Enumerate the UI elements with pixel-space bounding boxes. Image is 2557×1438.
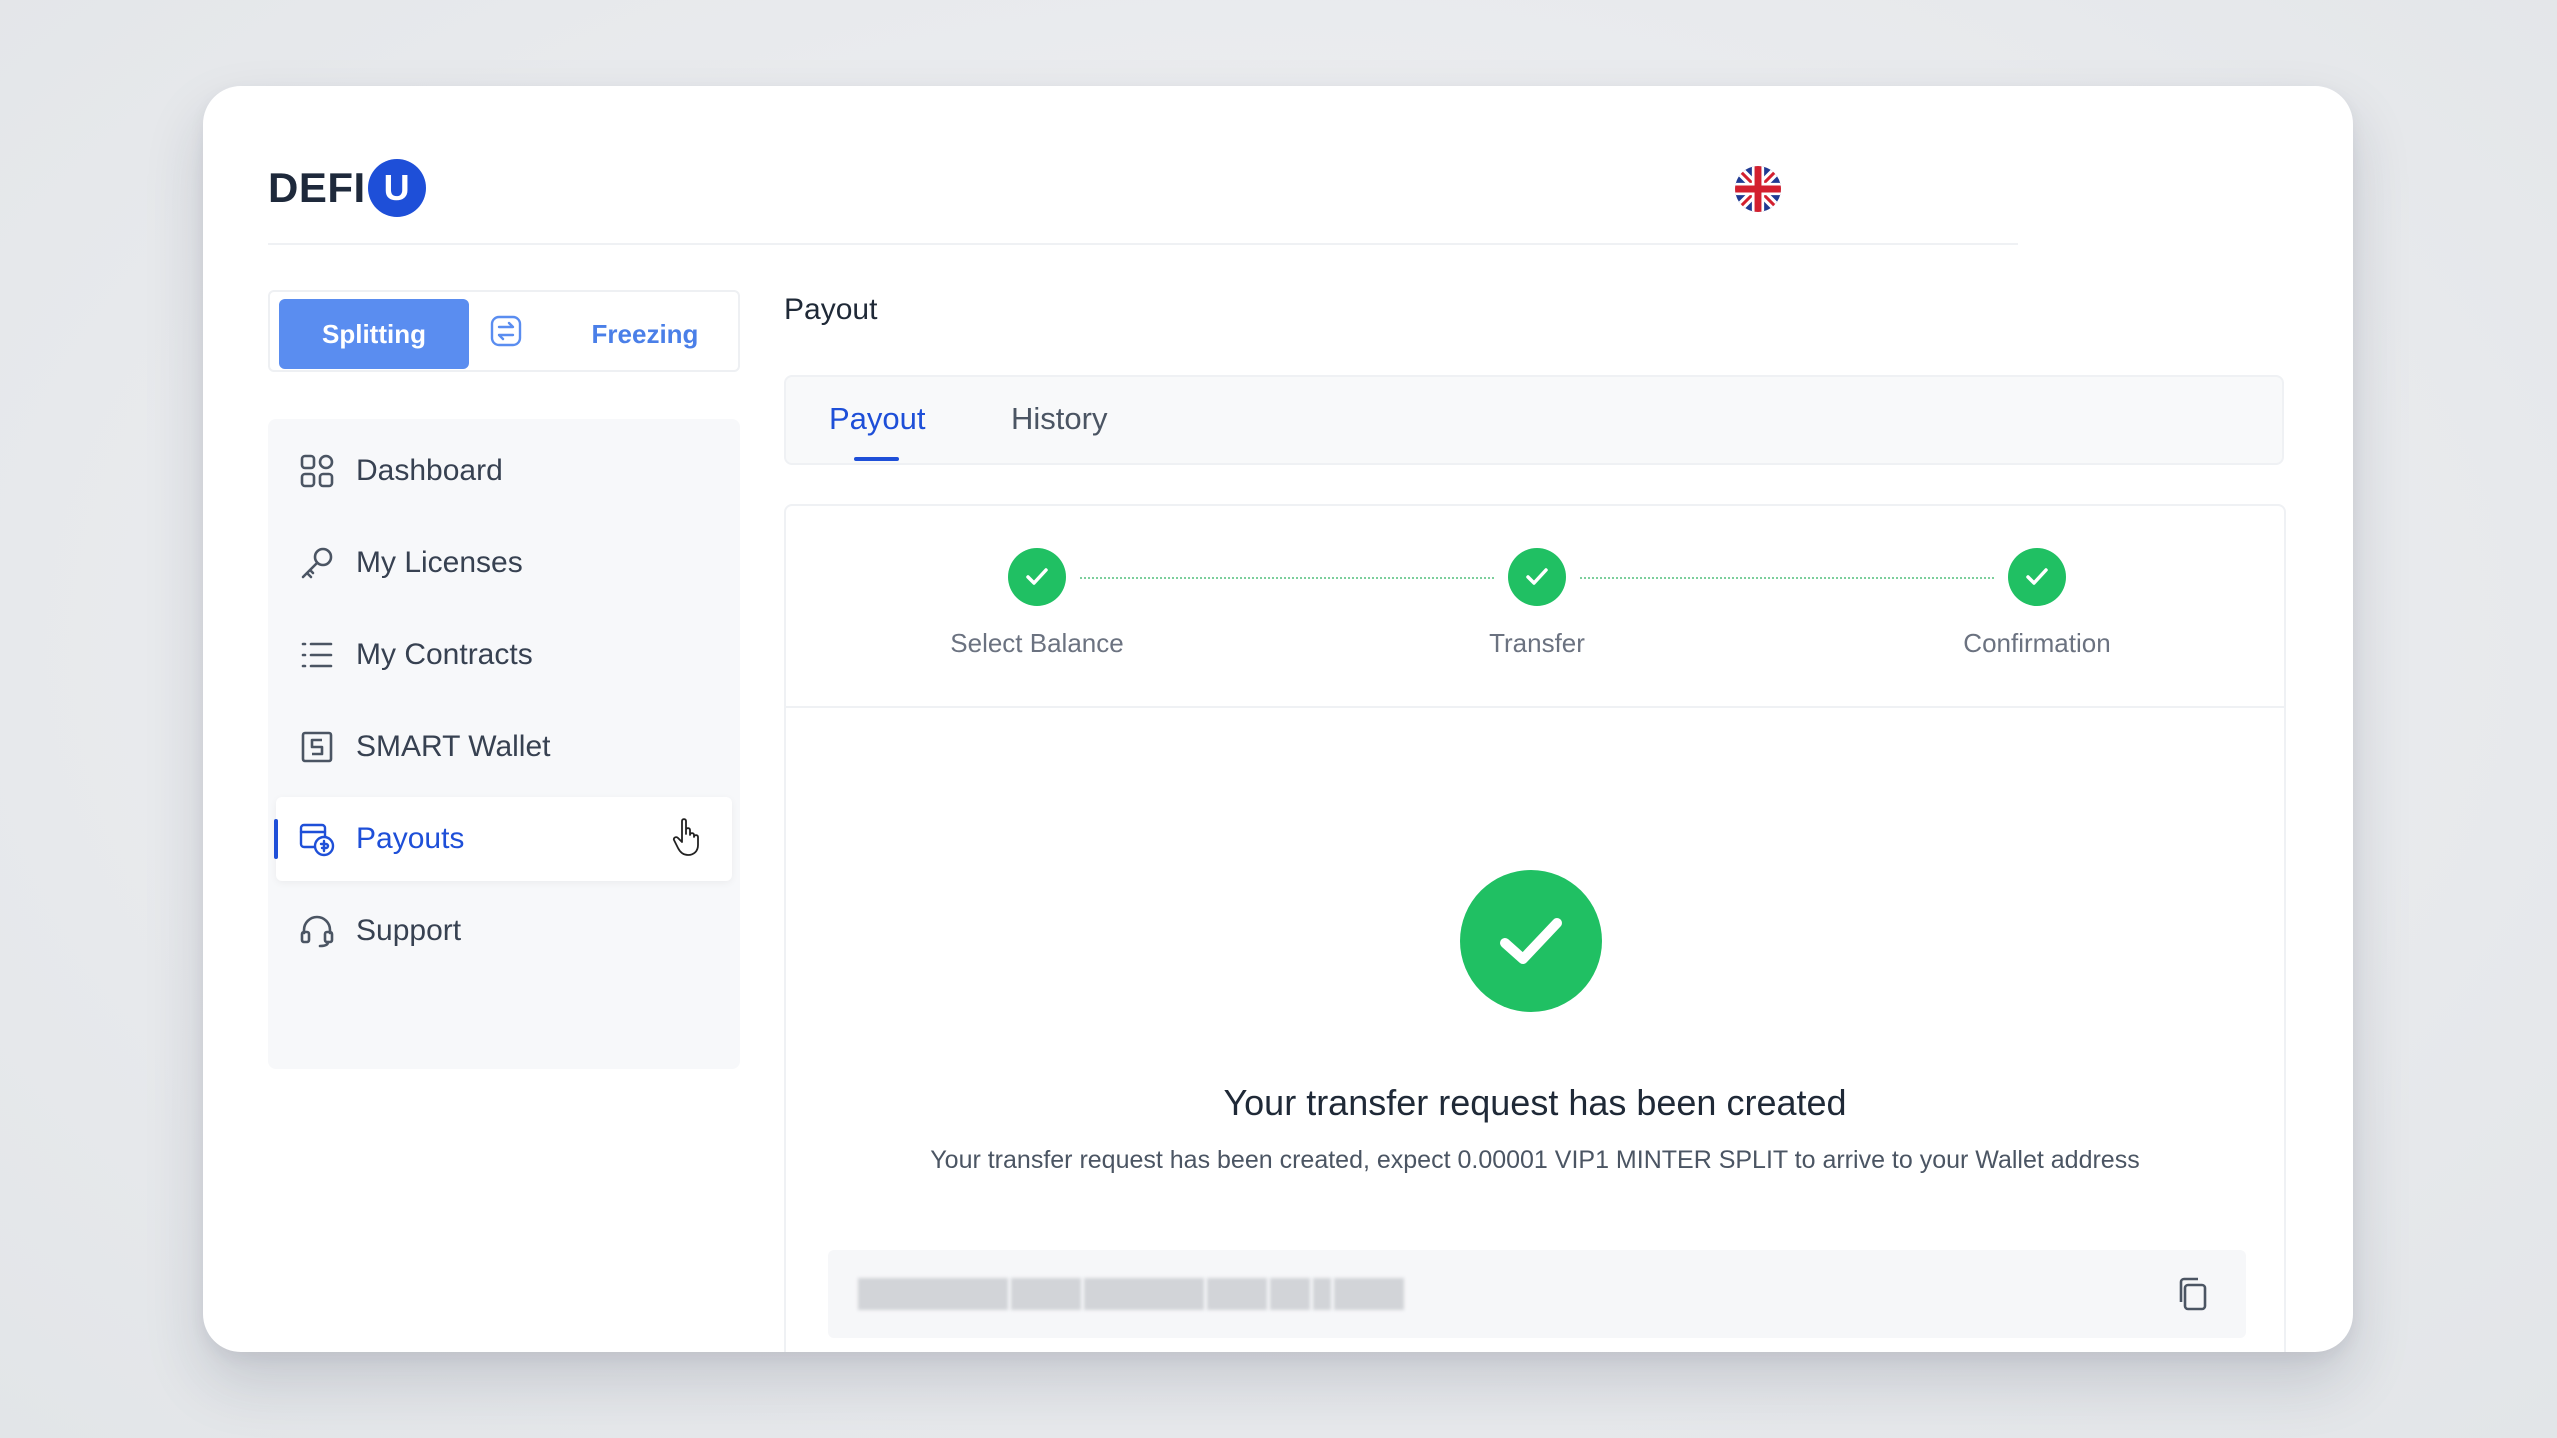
tab-payout[interactable]: Payout [829, 401, 926, 437]
wallet-address-field[interactable] [828, 1250, 2246, 1338]
sidebar-item-payouts[interactable]: Payouts [274, 797, 732, 881]
check-icon [1508, 548, 1566, 606]
logo-badge: U [367, 159, 426, 217]
sidebar-item-dashboard[interactable]: Dashboard [276, 429, 732, 513]
sidebar-item-my-contracts[interactable]: My Contracts [276, 613, 732, 697]
sidebar-item-label: Support [356, 914, 462, 947]
freezing-button[interactable]: Freezing [555, 299, 735, 369]
sidebar-item-label: My Contracts [356, 638, 533, 671]
logo-text: DEFI [268, 164, 366, 211]
page-title: Payout [784, 293, 878, 326]
check-icon [1008, 548, 1066, 606]
wallet-address-redacted [858, 1278, 1408, 1310]
success-check-icon [1460, 870, 1602, 1012]
payouts-icon [298, 820, 336, 858]
sidebar-item-smart-wallet[interactable]: SMART Wallet [276, 705, 732, 789]
step-label: Transfer [1489, 628, 1585, 658]
tabs-bar: Payout History [784, 375, 2284, 465]
list-icon [298, 636, 336, 674]
check-icon [2008, 548, 2066, 606]
sidebar: Dashboard My Licenses My Contracts SMART… [268, 419, 740, 1069]
wallet-icon [298, 728, 336, 766]
sidebar-item-label: My Licenses [356, 546, 523, 579]
swap-icon[interactable] [489, 314, 523, 348]
sidebar-item-support[interactable]: Support [276, 889, 732, 973]
step-label: Confirmation [1963, 628, 2111, 658]
copy-icon[interactable] [2176, 1276, 2210, 1312]
mode-toggle: Splitting Freezing [268, 290, 740, 372]
sidebar-item-my-licenses[interactable]: My Licenses [276, 521, 732, 605]
sidebar-item-label: Payouts [356, 822, 465, 855]
active-tab-indicator [854, 457, 899, 461]
grid-icon [298, 452, 336, 490]
step-label: Select Balance [950, 628, 1124, 658]
headset-icon [298, 912, 336, 950]
payout-card: Select Balance Transfer Confirmation You… [784, 504, 2286, 1352]
success-description: Your transfer request has been created, … [930, 1146, 2140, 1174]
splitting-button[interactable]: Splitting [279, 299, 469, 369]
success-title: Your transfer request has been created [1223, 1082, 1847, 1123]
logo[interactable]: DEFI U [268, 159, 426, 217]
header-divider [268, 243, 2018, 245]
step-transfer: Transfer [1387, 548, 1687, 659]
tab-history[interactable]: History [1011, 401, 1107, 437]
sidebar-item-label: Dashboard [356, 454, 503, 487]
app-window: DEFI U Splitting Freezing Dashboard My L… [203, 86, 2353, 1352]
step-confirmation: Confirmation [1887, 548, 2187, 659]
sidebar-item-label: SMART Wallet [356, 730, 551, 763]
hand-cursor-icon [672, 817, 702, 857]
uk-flag-icon[interactable] [1735, 166, 1781, 212]
steps-divider [786, 706, 2284, 708]
step-select-balance: Select Balance [887, 548, 1187, 659]
key-icon [298, 544, 336, 582]
